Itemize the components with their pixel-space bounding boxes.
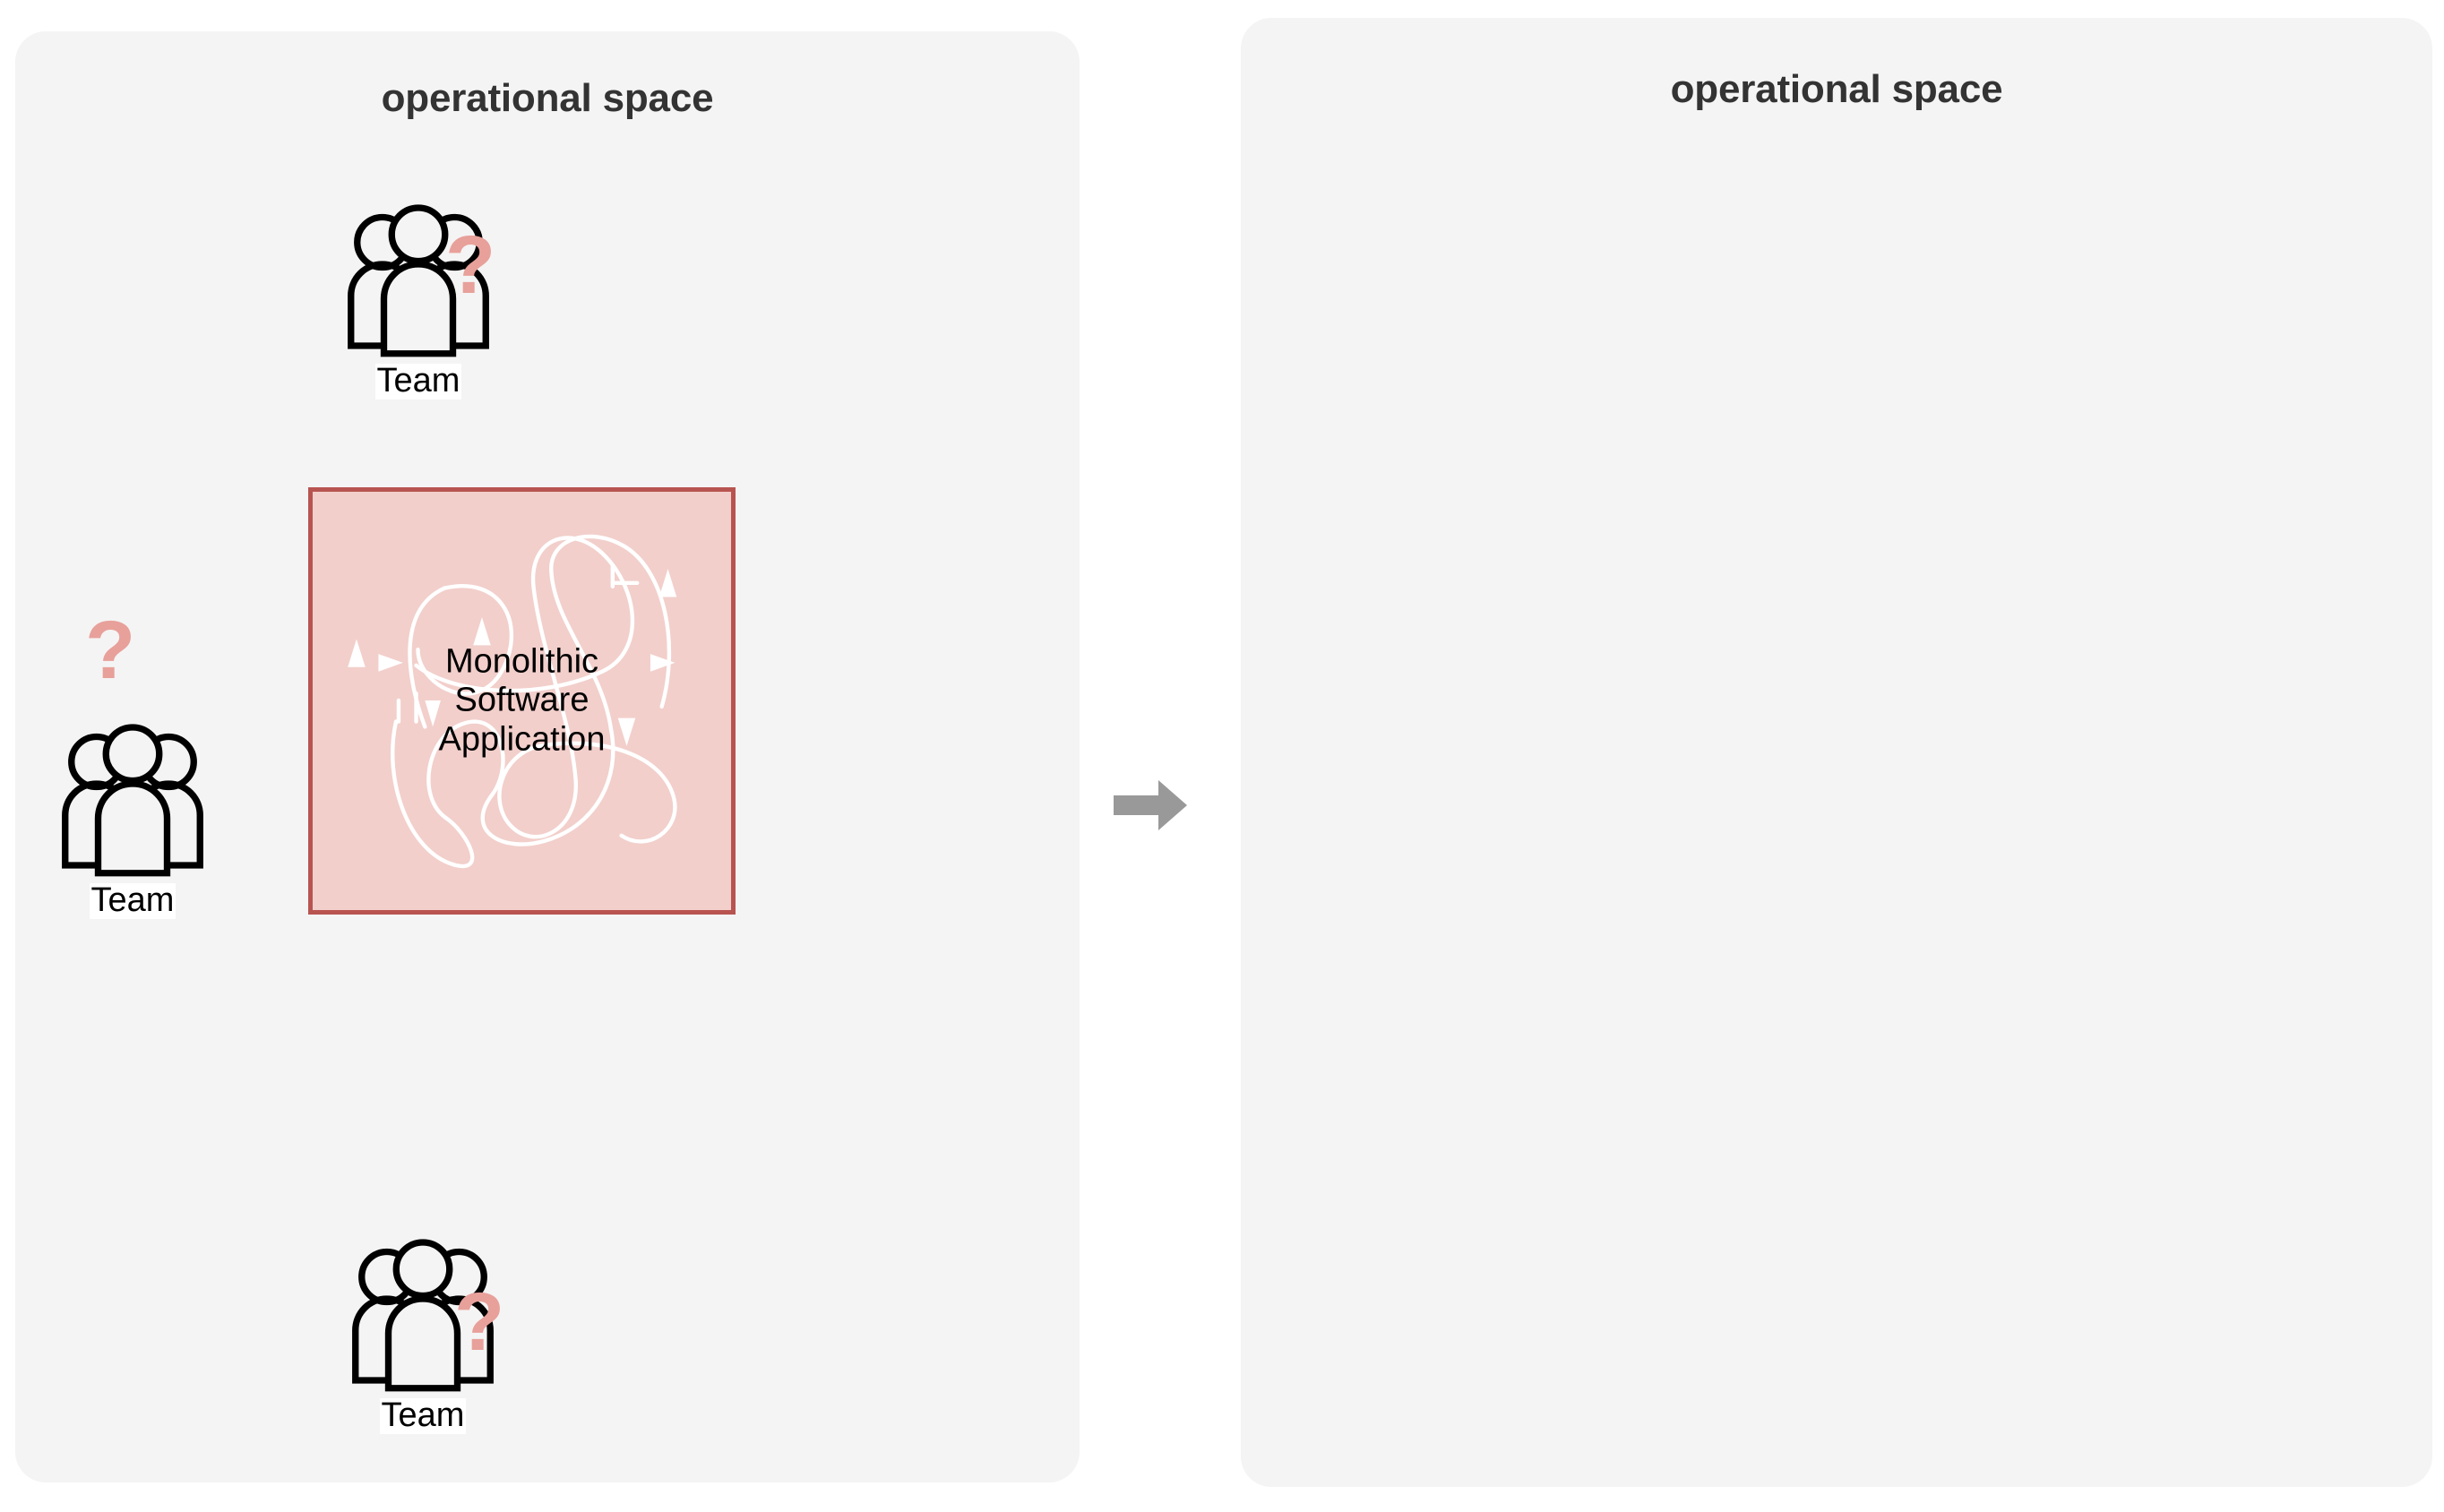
page-title-right: operational space xyxy=(1670,67,2003,111)
question-mark-icon-left: ? xyxy=(85,605,136,696)
page-title-left: operational space xyxy=(381,76,714,120)
question-mark-icon-bottom: ? xyxy=(454,1276,505,1368)
team-icon xyxy=(62,724,203,877)
operational-space-panel-before: operational space Team ? Team ? Monolith… xyxy=(15,31,1080,1482)
team-group-left: Team xyxy=(45,721,220,919)
operational-space-panel-after: operational space domain Team micro serv… xyxy=(1241,18,2432,1487)
arrow-right-icon xyxy=(1114,780,1187,830)
question-mark-icon-top: ? xyxy=(445,219,496,311)
tangled-dependencies-icon xyxy=(348,534,677,869)
team-label: Team xyxy=(379,1396,467,1434)
monolithic-application-box: Monolithic Software Application xyxy=(308,487,736,915)
team-label: Team xyxy=(374,362,462,399)
team-label: Team xyxy=(89,881,176,919)
